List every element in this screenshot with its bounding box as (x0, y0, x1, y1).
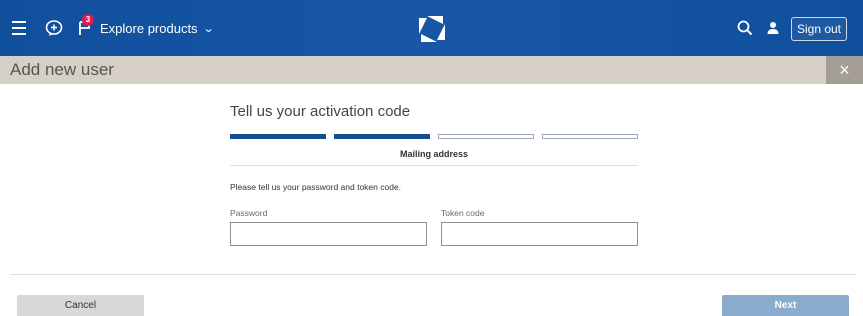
search-icon[interactable] (735, 0, 755, 56)
modal-title: Add new user (10, 60, 114, 79)
token-code-field[interactable] (441, 222, 638, 246)
progress-step-1 (230, 134, 326, 139)
modal-header: Add new user × (0, 56, 863, 84)
token-code-label: Token code (441, 208, 485, 218)
notifications-flag-icon[interactable] (72, 0, 98, 56)
divider (230, 165, 638, 166)
chat-plus-icon[interactable] (43, 0, 65, 56)
explore-products-label: Explore products (100, 20, 198, 36)
current-step-label: Mailing address (399, 149, 469, 159)
next-button[interactable]: Next (722, 295, 849, 316)
explore-products-menu[interactable]: Explore products ⌄ (100, 0, 215, 56)
sign-out-button[interactable]: Sign out (791, 17, 847, 41)
footer-divider (10, 274, 856, 275)
instructions-text: Please tell us your password and token c… (230, 182, 402, 192)
password-label: Password (230, 208, 268, 218)
progress-step-3 (438, 134, 534, 139)
chevron-down-icon: ⌄ (202, 22, 215, 35)
user-profile-icon[interactable] (764, 0, 782, 56)
progress-step-2 (334, 134, 430, 139)
close-icon[interactable]: × (826, 56, 863, 84)
page-title: Tell us your activation code (230, 103, 411, 120)
cancel-button[interactable]: Cancel (17, 295, 144, 316)
bank-logo-icon (417, 14, 447, 44)
notification-count-badge: 3 (82, 14, 94, 26)
password-field[interactable] (230, 222, 427, 246)
menu-icon[interactable] (10, 0, 28, 56)
progress-steps (230, 134, 638, 140)
top-nav-bar: 3 Explore products ⌄ Sign out (0, 0, 863, 56)
progress-step-4 (542, 134, 638, 139)
